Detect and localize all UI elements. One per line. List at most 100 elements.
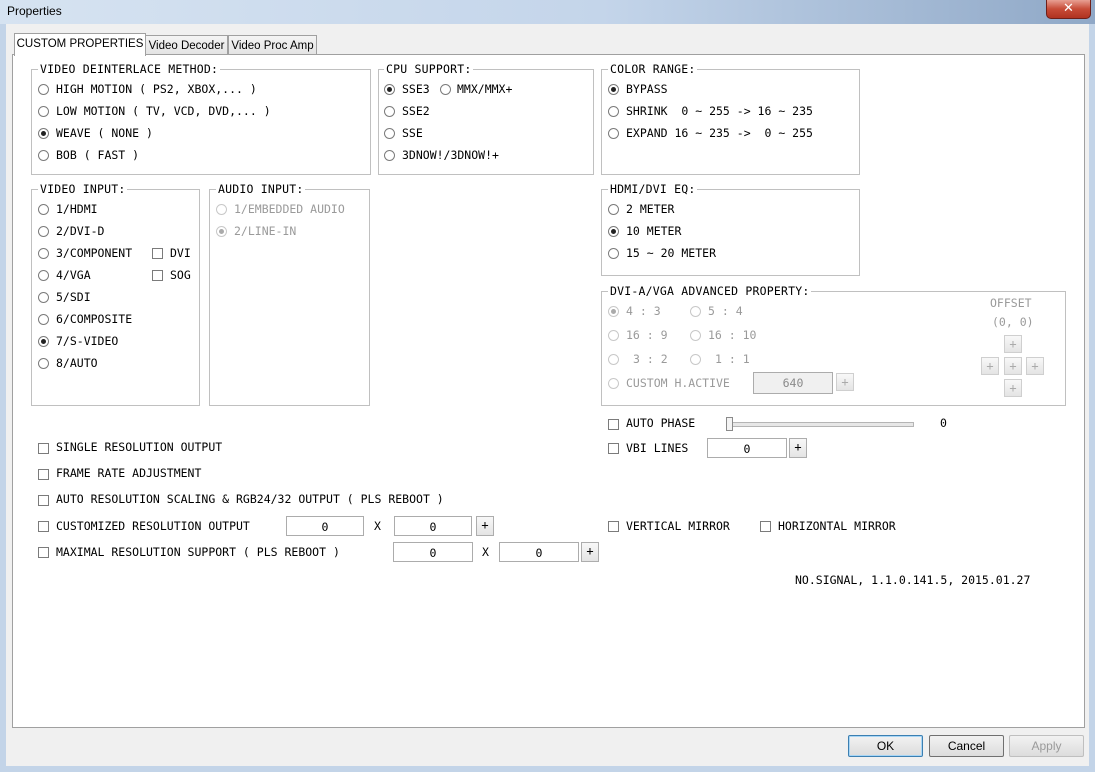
maximal-resolution-label: MAXIMAL RESOLUTION SUPPORT ( PLS REBOOT … <box>56 545 340 559</box>
maximal-resolution-checkbox[interactable] <box>38 547 49 558</box>
deinterlace-title: VIDEO DEINTERLACE METHOD: <box>38 62 221 76</box>
cpu-radio-sse[interactable] <box>384 128 395 139</box>
custom-h-active-radio[interactable] <box>608 378 619 389</box>
vertical-mirror-checkbox[interactable] <box>608 521 619 532</box>
ratio-label-3-2: 3 : 2 <box>633 352 668 366</box>
audio-input-group <box>209 189 370 406</box>
cpu-support-title: CPU SUPPORT: <box>384 62 474 76</box>
video-input-radio-component[interactable] <box>38 248 49 259</box>
apply-button[interactable]: Apply <box>1009 735 1084 757</box>
custom-width-field[interactable]: 0 <box>286 516 364 536</box>
custom-h-active-plus-button[interactable]: + <box>836 373 854 391</box>
color-range-title: COLOR RANGE: <box>608 62 698 76</box>
auto-resolution-checkbox[interactable] <box>38 495 49 506</box>
offset-center-button[interactable]: + <box>1004 357 1022 375</box>
ratio-label-1-1: 1 : 1 <box>715 352 750 366</box>
hdmi-eq-radio-10m[interactable] <box>608 226 619 237</box>
video-input-radio-s-video[interactable] <box>38 336 49 347</box>
cancel-button[interactable]: Cancel <box>929 735 1004 757</box>
frame-rate-checkbox[interactable] <box>38 469 49 480</box>
window-frame-right <box>1089 24 1095 772</box>
offset-value: (0, 0) <box>992 315 1034 329</box>
color-range-label-expand: EXPAND 16 ~ 235 -> 0 ~ 255 <box>626 126 813 140</box>
custom-resolution-plus-button[interactable]: + <box>476 516 494 536</box>
dvi-checkbox[interactable] <box>152 248 163 259</box>
ratio-radio-16-10[interactable] <box>690 330 701 341</box>
max-resolution-plus-button[interactable]: + <box>581 542 599 562</box>
ratio-radio-5-4[interactable] <box>690 306 701 317</box>
video-input-title: VIDEO INPUT: <box>38 182 128 196</box>
ratio-radio-16-9[interactable] <box>608 330 619 341</box>
video-input-radio-auto[interactable] <box>38 358 49 369</box>
tab-video-proc-amp[interactable]: Video Proc Amp <box>228 35 317 56</box>
video-input-radio-hdmi[interactable] <box>38 204 49 215</box>
close-button[interactable]: ✕ <box>1046 0 1091 19</box>
deinterlace-radio-bob[interactable] <box>38 150 49 161</box>
horizontal-mirror-checkbox[interactable] <box>760 521 771 532</box>
offset-up-button[interactable]: + <box>1004 335 1022 353</box>
deinterlace-radio-weave[interactable] <box>38 128 49 139</box>
cpu-label-3dnow: 3DNOW!/3DNOW!+ <box>402 148 499 162</box>
tab-custom-properties[interactable]: CUSTOM PROPERTIES <box>14 33 146 56</box>
tab-video-decoder[interactable]: Video Decoder <box>145 35 228 56</box>
video-input-radio-composite[interactable] <box>38 314 49 325</box>
cpu-label-sse: SSE <box>402 126 423 140</box>
cpu-radio-sse3[interactable] <box>384 84 395 95</box>
video-input-radio-dvi-d[interactable] <box>38 226 49 237</box>
auto-phase-slider-track[interactable] <box>729 422 914 427</box>
close-icon: ✕ <box>1063 1 1074 16</box>
video-input-label-hdmi: 1/HDMI <box>56 202 98 216</box>
hdmi-eq-radio-2m[interactable] <box>608 204 619 215</box>
deinterlace-radio-high-motion[interactable] <box>38 84 49 95</box>
customized-resolution-checkbox[interactable] <box>38 521 49 532</box>
cpu-radio-mmx[interactable] <box>440 84 451 95</box>
ratio-label-16-9: 16 : 9 <box>626 328 668 342</box>
title-bar[interactable] <box>0 0 1095 24</box>
vbi-lines-label: VBI LINES <box>626 441 689 455</box>
offset-left-button[interactable]: + <box>981 357 999 375</box>
video-input-label-s-video: 7/S-VIDEO <box>56 334 119 348</box>
ratio-radio-3-2[interactable] <box>608 354 619 365</box>
video-input-radio-sdi[interactable] <box>38 292 49 303</box>
ratio-label-16-10: 16 : 10 <box>708 328 757 342</box>
max-width-field[interactable]: 0 <box>393 542 473 562</box>
single-resolution-checkbox[interactable] <box>38 443 49 454</box>
window-frame-bottom <box>0 766 1095 772</box>
color-range-radio-shrink[interactable] <box>608 106 619 117</box>
sog-checkbox-label: SOG <box>170 268 191 282</box>
custom-h-active-field[interactable]: 640 <box>753 372 833 394</box>
color-range-radio-bypass[interactable] <box>608 84 619 95</box>
color-range-label-shrink: SHRINK 0 ~ 255 -> 16 ~ 235 <box>626 104 813 118</box>
auto-phase-checkbox[interactable] <box>608 419 619 430</box>
ok-button[interactable]: OK <box>848 735 923 757</box>
deinterlace-label-low-motion: LOW MOTION ( TV, VCD, DVD,... ) <box>56 104 271 118</box>
deinterlace-radio-low-motion[interactable] <box>38 106 49 117</box>
cpu-radio-sse2[interactable] <box>384 106 395 117</box>
color-range-radio-expand[interactable] <box>608 128 619 139</box>
offset-down-button[interactable]: + <box>1004 379 1022 397</box>
vbi-lines-field[interactable]: 0 <box>707 438 787 458</box>
audio-input-label-embedded: 1/EMBEDDED AUDIO <box>234 202 345 216</box>
custom-h-active-label: CUSTOM H.ACTIVE <box>626 376 730 390</box>
max-height-field[interactable]: 0 <box>499 542 579 562</box>
audio-input-radio-line-in[interactable] <box>216 226 227 237</box>
audio-input-title: AUDIO INPUT: <box>216 182 306 196</box>
offset-right-button[interactable]: + <box>1026 357 1044 375</box>
hdmi-eq-label-2m: 2 METER <box>626 202 675 216</box>
video-input-radio-vga[interactable] <box>38 270 49 281</box>
audio-input-radio-embedded[interactable] <box>216 204 227 215</box>
hdmi-eq-radio-15-20m[interactable] <box>608 248 619 259</box>
custom-height-field[interactable]: 0 <box>394 516 472 536</box>
auto-phase-slider-thumb[interactable] <box>726 417 733 431</box>
sog-checkbox[interactable] <box>152 270 163 281</box>
vbi-lines-plus-button[interactable]: + <box>789 438 807 458</box>
hdmi-eq-label-15-20m: 15 ~ 20 METER <box>626 246 717 260</box>
window-title: Properties <box>7 4 62 18</box>
ratio-radio-1-1[interactable] <box>690 354 701 365</box>
ratio-radio-4-3[interactable] <box>608 306 619 317</box>
vbi-lines-checkbox[interactable] <box>608 443 619 454</box>
horizontal-mirror-label: HORIZONTAL MIRROR <box>778 519 896 533</box>
cpu-label-sse2: SSE2 <box>402 104 430 118</box>
cpu-radio-3dnow[interactable] <box>384 150 395 161</box>
vertical-mirror-label: VERTICAL MIRROR <box>626 519 730 533</box>
